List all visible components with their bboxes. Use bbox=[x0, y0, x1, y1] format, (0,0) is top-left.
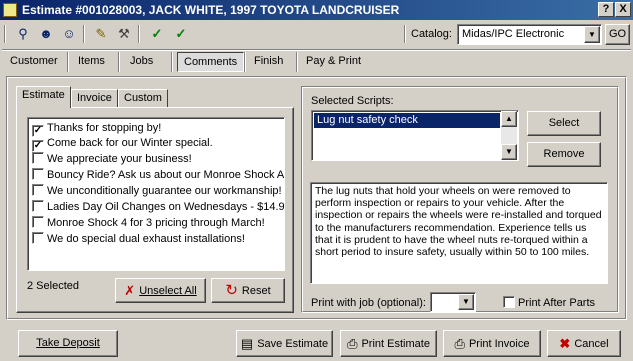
comment-text: Ladies Day Oil Changes on Wednesdays - $… bbox=[47, 201, 285, 213]
comment-checkbox[interactable] bbox=[32, 200, 44, 212]
take-deposit-button[interactable]: Take Deposit bbox=[18, 330, 118, 357]
tab-pay-print[interactable]: Pay & Print bbox=[300, 52, 367, 72]
comment-text: We do special dual exhaust installations… bbox=[47, 233, 245, 245]
save-icon: ▤ bbox=[240, 336, 254, 351]
notes-icon[interactable]: ✎ bbox=[90, 24, 112, 44]
tab-custom[interactable]: Custom bbox=[118, 89, 168, 108]
reset-button[interactable]: ↻ Reset bbox=[211, 278, 285, 303]
script-description: The lug nuts that hold your wheels on we… bbox=[310, 182, 608, 284]
list-item[interactable]: ✓ Come back for our Winter special. bbox=[32, 136, 213, 152]
printer-icon: ⎙ bbox=[454, 336, 465, 351]
comment-text: Thanks for stopping by! bbox=[47, 122, 162, 134]
save-estimate-label: Save Estimate bbox=[257, 338, 329, 350]
list-item[interactable]: ✓ Thanks for stopping by! bbox=[32, 121, 162, 137]
title-bar: Estimate #001028003, JACK WHITE, 1997 TO… bbox=[0, 0, 633, 20]
scripts-list: Lug nut safety check ▲ ▼ bbox=[311, 110, 519, 161]
divider bbox=[2, 49, 631, 51]
comments-list: ✓ Thanks for stopping by! ✓ Come back for … bbox=[27, 117, 285, 271]
app-icon bbox=[3, 3, 17, 17]
comment-checkbox[interactable] bbox=[32, 152, 44, 164]
catalog-label: Catalog: bbox=[411, 28, 452, 40]
close-icon: ✖ bbox=[559, 336, 571, 351]
print-invoice-label: Print Invoice bbox=[468, 338, 530, 350]
comment-checkbox[interactable] bbox=[32, 232, 44, 244]
tab-separator bbox=[67, 52, 69, 72]
scroll-up-icon[interactable]: ▲ bbox=[501, 111, 517, 127]
catalog-select[interactable]: Midas/IPC Electronic ▼ bbox=[457, 24, 602, 45]
tab-customer[interactable]: Customer bbox=[4, 52, 64, 72]
cancel-button[interactable]: ✖ Cancel bbox=[547, 330, 621, 357]
tab-estimate[interactable]: Estimate bbox=[16, 86, 71, 108]
check-icon[interactable]: ✓ bbox=[146, 24, 168, 44]
comment-text: Monroe Shock 4 for 3 pricing through Mar… bbox=[47, 217, 265, 229]
person-check-icon[interactable]: ☻ bbox=[35, 24, 57, 44]
reset-label: Reset bbox=[241, 285, 271, 297]
take-deposit-label: Take Deposit bbox=[36, 337, 100, 349]
selected-count: 2 Selected bbox=[27, 280, 79, 292]
tab-separator bbox=[244, 52, 246, 72]
search-person-icon[interactable]: ⚲ bbox=[12, 24, 34, 44]
list-item[interactable]: Ladies Day Oil Changes on Wednesdays - $… bbox=[32, 200, 285, 215]
catalog-value: Midas/IPC Electronic bbox=[462, 28, 565, 40]
toolbar-separator bbox=[404, 25, 406, 43]
list-item[interactable]: We appreciate your business! bbox=[32, 152, 192, 167]
comment-checkbox[interactable] bbox=[32, 184, 44, 196]
selected-scripts-label: Selected Scripts: bbox=[311, 95, 394, 107]
refresh-icon: ↻ bbox=[225, 282, 238, 299]
tab-invoice[interactable]: Invoice bbox=[71, 89, 118, 108]
print-with-job-label: Print with job (optional): bbox=[311, 297, 426, 309]
list-item[interactable]: Lug nut safety check bbox=[314, 113, 500, 128]
tab-items[interactable]: Items bbox=[72, 52, 111, 72]
list-item[interactable]: Bouncy Ride? Ask us about our Monroe Sho… bbox=[32, 168, 285, 183]
comment-text: Bouncy Ride? Ask us about our Monroe Sho… bbox=[47, 169, 285, 181]
comment-text: Come back for our Winter special. bbox=[47, 137, 213, 149]
print-after-parts-checkbox[interactable] bbox=[503, 296, 515, 308]
tab-separator bbox=[296, 52, 298, 72]
tab-jobs[interactable]: Jobs bbox=[124, 52, 159, 72]
unselect-all-button[interactable]: ✗ Unselect All bbox=[115, 278, 206, 303]
print-estimate-label: Print Estimate bbox=[361, 338, 430, 350]
toolbar-separator bbox=[4, 25, 6, 43]
print-invoice-button[interactable]: ⎙ Print Invoice bbox=[443, 330, 541, 357]
chevron-down-icon[interactable]: ▼ bbox=[458, 294, 474, 310]
comment-text: We unconditionally guarantee our workman… bbox=[47, 185, 282, 197]
tab-comments[interactable]: Comments bbox=[177, 52, 245, 72]
scroll-down-icon[interactable]: ▼ bbox=[501, 144, 517, 160]
cancel-label: Cancel bbox=[574, 338, 609, 350]
list-item[interactable]: We unconditionally guarantee our workman… bbox=[32, 184, 282, 199]
check-icon[interactable]: ✓ bbox=[170, 24, 192, 44]
list-item[interactable]: Monroe Shock 4 for 3 pricing through Mar… bbox=[32, 216, 265, 231]
tab-separator bbox=[171, 52, 173, 72]
help-button[interactable]: ? bbox=[598, 2, 614, 17]
save-estimate-button[interactable]: ▤ Save Estimate bbox=[236, 330, 333, 357]
print-estimate-button[interactable]: ⎙ Print Estimate bbox=[340, 330, 437, 357]
toolbar-separator bbox=[83, 25, 85, 43]
print-after-parts[interactable]: Print After Parts bbox=[503, 296, 595, 309]
scripts-scrollbar[interactable]: ▲ ▼ bbox=[501, 111, 517, 160]
chevron-down-icon[interactable]: ▼ bbox=[584, 26, 600, 43]
comment-checkbox[interactable] bbox=[32, 216, 44, 228]
toolbar: ⚲ ☻ ☺ ✎ ⚒ ✓ ✓ Catalog: Midas/IPC Electro… bbox=[0, 22, 633, 48]
select-button[interactable]: Select bbox=[527, 111, 601, 136]
toolbar-separator bbox=[138, 25, 140, 43]
person-add-icon[interactable]: ☺ bbox=[58, 24, 80, 44]
print-after-parts-label: Print After Parts bbox=[518, 297, 596, 309]
tools-icon[interactable]: ⚒ bbox=[113, 24, 135, 44]
remove-button[interactable]: Remove bbox=[527, 142, 601, 167]
list-item[interactable]: We do special dual exhaust installations… bbox=[32, 232, 245, 247]
comment-checkbox[interactable]: ✓ bbox=[32, 140, 44, 152]
go-button[interactable]: GO bbox=[605, 24, 630, 45]
tab-finish[interactable]: Finish bbox=[248, 52, 289, 72]
window-title: Estimate #001028003, JACK WHITE, 1997 TO… bbox=[22, 3, 400, 17]
unselect-all-label: Unselect All bbox=[139, 285, 197, 297]
close-button[interactable]: X bbox=[615, 2, 631, 17]
unselect-icon: ✗ bbox=[124, 283, 136, 298]
printer-icon: ⎙ bbox=[347, 336, 358, 351]
comment-text: We appreciate your business! bbox=[47, 153, 192, 165]
tab-separator bbox=[118, 52, 120, 72]
print-with-job-select[interactable]: ▼ bbox=[430, 292, 476, 312]
comment-checkbox[interactable] bbox=[32, 168, 44, 180]
